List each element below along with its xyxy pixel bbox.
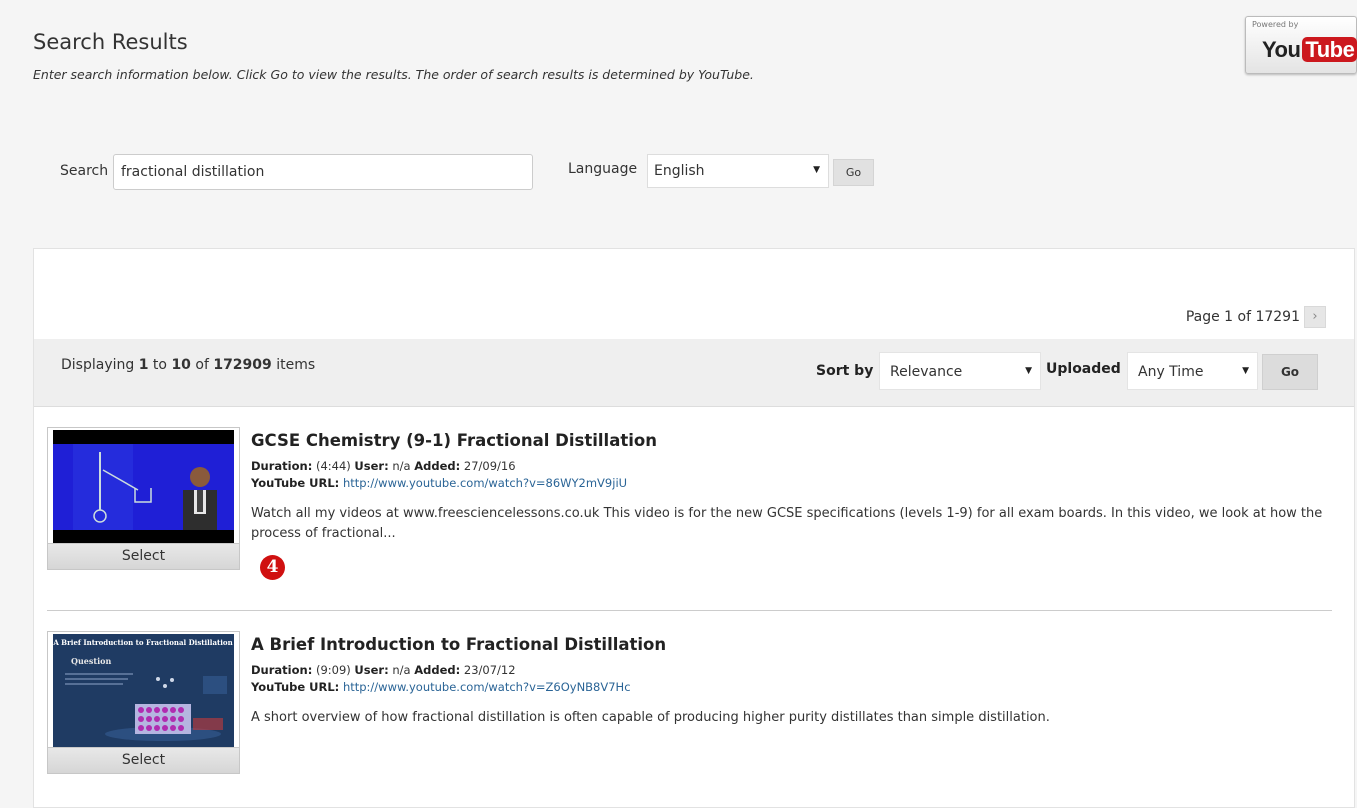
display-total: 172909 bbox=[213, 357, 272, 373]
display-to: 10 bbox=[171, 357, 191, 373]
youtube-url-link[interactable]: http://www.youtube.com/watch?v=86WY2mV9j… bbox=[343, 476, 627, 490]
result-title[interactable]: A Brief Introduction to Fractional Disti… bbox=[251, 635, 666, 654]
search-label: Search bbox=[60, 163, 109, 179]
duration-value: (4:44) bbox=[315, 459, 351, 473]
video-thumbnail-image: A Brief Introduction to Fractional Disti… bbox=[53, 634, 234, 748]
page-instructions: Enter search information below. Click Go… bbox=[33, 67, 754, 82]
results-toolbar: Displaying 1 to 10 of 172909 items Sort … bbox=[34, 339, 1354, 407]
user-value: n/a bbox=[392, 663, 411, 677]
page-title: Search Results bbox=[33, 30, 188, 54]
duration-label: Duration: bbox=[251, 459, 313, 473]
video-thumbnail[interactable]: Select bbox=[47, 427, 240, 570]
display-to-word: to bbox=[148, 357, 172, 373]
duration-value: (9:09) bbox=[315, 663, 351, 677]
chevron-down-icon: ▼ bbox=[1025, 366, 1032, 376]
thumbnail-subtitle: Question bbox=[71, 656, 111, 666]
language-select[interactable]: English ▼ bbox=[647, 154, 829, 188]
filter-go-button[interactable]: Go bbox=[1262, 354, 1318, 390]
youtube-logo-you: You bbox=[1262, 37, 1301, 62]
results-panel: Page 1 of 17291 › Displaying 1 to 10 of 1… bbox=[33, 248, 1355, 808]
chevron-down-icon: ▼ bbox=[1242, 366, 1249, 376]
duration-label: Duration: bbox=[251, 663, 313, 677]
youtube-logo: YouTube™ bbox=[1262, 37, 1357, 63]
result-meta: Duration: (9:09) User: n/a Added: 23/07/… bbox=[251, 663, 516, 677]
result-url-row: YouTube URL: http://www.youtube.com/watc… bbox=[251, 680, 631, 694]
sort-by-value: Relevance bbox=[890, 364, 963, 380]
video-thumbnail[interactable]: A Brief Introduction to Fractional Disti… bbox=[47, 631, 240, 774]
display-count: Displaying 1 to 10 of 172909 items bbox=[61, 357, 315, 373]
added-value: 23/07/12 bbox=[463, 663, 516, 677]
thumbnail-title: A Brief Introduction to Fractional Disti… bbox=[53, 638, 233, 647]
added-value: 27/09/16 bbox=[463, 459, 516, 473]
result-item: Select GCSE Chemistry (9-1) Fractional D… bbox=[47, 427, 1332, 577]
result-description: Watch all my videos at www.freesciencele… bbox=[251, 506, 1323, 541]
pager: Page 1 of 17291 › bbox=[1186, 306, 1326, 328]
added-label: Added: bbox=[414, 663, 461, 677]
search-input[interactable] bbox=[113, 154, 533, 190]
chevron-down-icon: ▼ bbox=[813, 165, 820, 175]
youtube-logo-tube: Tube bbox=[1302, 37, 1357, 62]
url-label: YouTube URL: bbox=[251, 476, 340, 490]
language-label: Language bbox=[568, 161, 638, 177]
next-page-icon[interactable]: › bbox=[1304, 306, 1326, 328]
user-value: n/a bbox=[392, 459, 411, 473]
select-button[interactable]: Select bbox=[48, 747, 239, 773]
result-description: A short overview of how fractional disti… bbox=[251, 710, 1050, 725]
display-from: 1 bbox=[138, 357, 149, 373]
language-value: English bbox=[654, 163, 705, 179]
result-title[interactable]: GCSE Chemistry (9-1) Fractional Distilla… bbox=[251, 431, 657, 450]
uploaded-label: Uploaded bbox=[1046, 361, 1121, 377]
step-marker-badge: 4 bbox=[260, 555, 285, 580]
display-of-word: of bbox=[190, 357, 214, 373]
sort-by-label: Sort by bbox=[816, 363, 874, 379]
user-label: User: bbox=[354, 663, 389, 677]
result-url-row: YouTube URL: http://www.youtube.com/watc… bbox=[251, 476, 627, 490]
display-suffix: items bbox=[271, 357, 316, 373]
page-count: Page 1 of 17291 bbox=[1185, 309, 1300, 325]
sort-by-select[interactable]: Relevance ▼ bbox=[879, 352, 1041, 390]
uploaded-select[interactable]: Any Time ▼ bbox=[1127, 352, 1258, 390]
display-prefix: Displaying bbox=[61, 357, 139, 373]
select-button[interactable]: Select bbox=[48, 543, 239, 569]
result-item: A Brief Introduction to Fractional Disti… bbox=[47, 631, 1332, 781]
result-divider bbox=[47, 610, 1332, 611]
powered-by-label: Powered by bbox=[1252, 20, 1299, 29]
user-label: User: bbox=[354, 459, 389, 473]
search-go-button[interactable]: Go bbox=[833, 159, 874, 186]
url-label: YouTube URL: bbox=[251, 680, 340, 694]
result-meta: Duration: (4:44) User: n/a Added: 27/09/… bbox=[251, 459, 516, 473]
youtube-url-link[interactable]: http://www.youtube.com/watch?v=Z6OyNB8V7… bbox=[343, 680, 631, 694]
powered-by-youtube-badge: Powered by YouTube™ bbox=[1245, 16, 1357, 74]
uploaded-value: Any Time bbox=[1138, 364, 1204, 380]
video-thumbnail-image bbox=[53, 430, 234, 544]
added-label: Added: bbox=[414, 459, 461, 473]
